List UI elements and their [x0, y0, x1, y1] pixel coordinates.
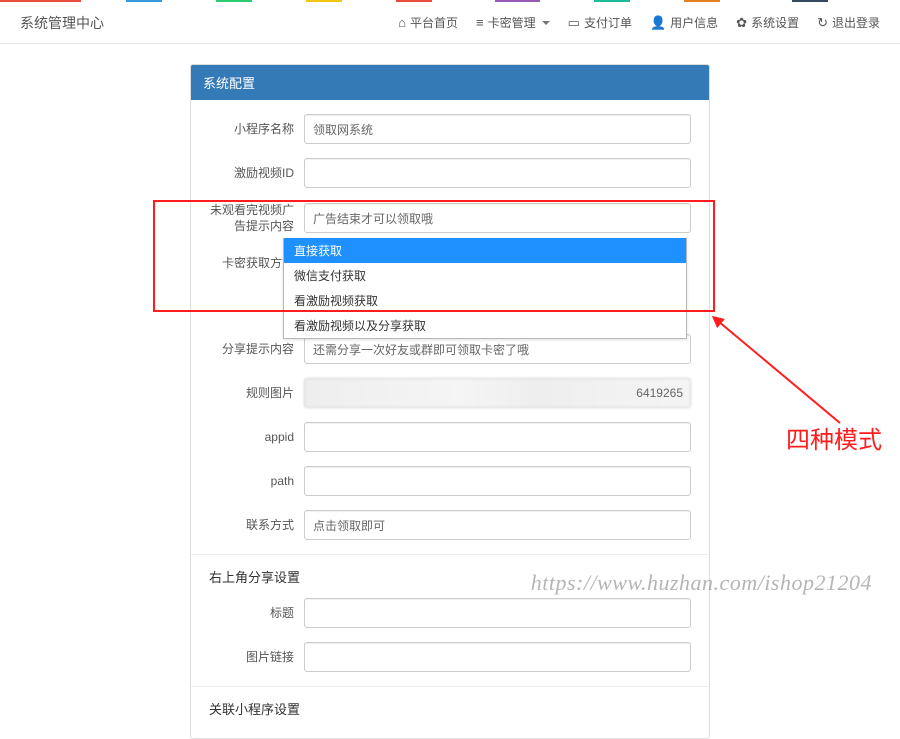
- nav-card[interactable]: ≡ 卡密管理: [476, 14, 550, 31]
- get-mode-option-0[interactable]: 直接获取: [284, 238, 686, 263]
- rule-img-field-wrap: 6419265: [304, 378, 691, 408]
- label-unfinished-tip: 未观看完视频广告提示内容: [209, 202, 304, 234]
- input-path[interactable]: [304, 466, 691, 496]
- panel-body: 小程序名称 激励视频ID 未观看完视频广告提示内容 卡密获取方式 直接获取 分享…: [191, 100, 709, 738]
- section-related-mp: 关联小程序设置: [209, 699, 691, 718]
- logout-icon: ↻: [817, 15, 828, 31]
- card-icon: ▭: [568, 15, 580, 31]
- row-video-id: 激励视频ID: [209, 158, 691, 188]
- home-icon: ⌂: [398, 15, 406, 30]
- label-app-name: 小程序名称: [209, 121, 304, 137]
- panel-title: 系统配置: [191, 65, 709, 100]
- label-appid: appid: [209, 429, 304, 445]
- label-contact: 联系方式: [209, 517, 304, 533]
- label-share-title: 标题: [209, 605, 304, 621]
- input-unfinished-tip[interactable]: [304, 203, 691, 233]
- section-share-corner: 右上角分享设置: [209, 567, 691, 586]
- nav-settings-label: 系统设置: [751, 14, 799, 31]
- nav-logout[interactable]: ↻ 退出登录: [817, 14, 880, 31]
- nav: ⌂ 平台首页 ≡ 卡密管理 ▭ 支付订单 👤 用户信息 ✿ 系统设置 ↻ 退出登…: [398, 14, 880, 31]
- row-contact: 联系方式: [209, 510, 691, 540]
- nav-settings[interactable]: ✿ 系统设置: [736, 14, 799, 31]
- nav-user[interactable]: 👤 用户信息: [650, 14, 718, 31]
- annotation-text: 四种模式: [786, 420, 882, 455]
- gear-icon: ✿: [736, 15, 747, 31]
- label-rule-img: 规则图片: [209, 385, 304, 401]
- row-path: path: [209, 466, 691, 496]
- get-mode-option-1[interactable]: 微信支付获取: [284, 263, 686, 288]
- divider-2: [191, 686, 709, 687]
- label-path: path: [209, 473, 304, 489]
- divider: [191, 554, 709, 555]
- input-app-name[interactable]: [304, 114, 691, 144]
- input-rule-img-blurred[interactable]: [304, 378, 691, 408]
- get-mode-option-2[interactable]: 看激励视频获取: [284, 288, 686, 313]
- input-share-title[interactable]: [304, 598, 691, 628]
- label-share-tip: 分享提示内容: [209, 341, 304, 357]
- label-video-id: 激励视频ID: [209, 165, 304, 181]
- config-panel: 系统配置 小程序名称 激励视频ID 未观看完视频广告提示内容 卡密获取方式 直接…: [190, 64, 710, 739]
- get-mode-dropdown: 直接获取 微信支付获取 看激励视频获取 看激励视频以及分享获取: [283, 238, 687, 339]
- rule-img-tail: 6419265: [636, 378, 683, 408]
- user-icon: 👤: [650, 15, 666, 31]
- nav-user-label: 用户信息: [670, 14, 718, 31]
- nav-pay-label: 支付订单: [584, 14, 632, 31]
- nav-card-label: 卡密管理: [488, 14, 536, 31]
- row-appid: appid: [209, 422, 691, 452]
- input-video-id[interactable]: [304, 158, 691, 188]
- top-navbar: 系统管理中心 ⌂ 平台首页 ≡ 卡密管理 ▭ 支付订单 👤 用户信息 ✿ 系统设…: [0, 2, 900, 44]
- nav-logout-label: 退出登录: [832, 14, 880, 31]
- input-appid[interactable]: [304, 422, 691, 452]
- brand-title: 系统管理中心: [20, 13, 104, 33]
- label-share-img: 图片链接: [209, 649, 304, 665]
- nav-home[interactable]: ⌂ 平台首页: [398, 14, 458, 31]
- list-icon: ≡: [476, 15, 484, 30]
- annotation-arrow: [700, 315, 860, 435]
- row-app-name: 小程序名称: [209, 114, 691, 144]
- row-rule-img: 规则图片 6419265: [209, 378, 691, 408]
- nav-pay[interactable]: ▭ 支付订单: [568, 14, 632, 31]
- row-share-img: 图片链接: [209, 642, 691, 672]
- get-mode-option-3[interactable]: 看激励视频以及分享获取: [284, 313, 686, 338]
- chevron-down-icon: [542, 21, 550, 25]
- input-contact[interactable]: [304, 510, 691, 540]
- nav-home-label: 平台首页: [410, 14, 458, 31]
- row-unfinished-tip: 未观看完视频广告提示内容: [209, 202, 691, 234]
- row-share-title: 标题: [209, 598, 691, 628]
- input-share-img[interactable]: [304, 642, 691, 672]
